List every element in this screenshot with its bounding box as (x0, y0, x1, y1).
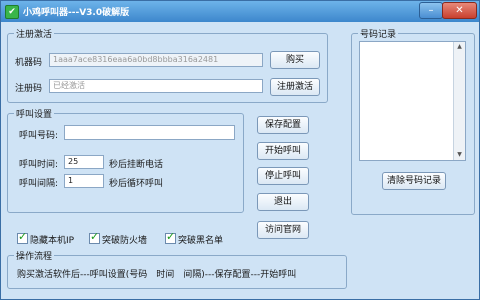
call-settings-legend: 呼叫设置 (16, 110, 53, 120)
call-number-label: 呼叫号码: (19, 131, 59, 141)
machine-code-field[interactable]: 1aaa7ace8316eaa6a0bd8bbba316a2481 (49, 53, 263, 67)
call-interval-suffix: 秒后循环呼叫 (109, 179, 164, 189)
hide-ip-label: 隐藏本机IP (30, 236, 75, 246)
firewall-checkbox[interactable]: ✓ 突破防火墙 (89, 230, 148, 246)
scroll-down-icon[interactable]: ▼ (454, 150, 465, 160)
blacklist-check-box[interactable]: ✓ (165, 230, 176, 244)
app-icon: ✔ (5, 5, 19, 19)
register-code-field[interactable]: 已经激活 (49, 79, 263, 93)
call-interval-label: 呼叫间隔: (19, 179, 59, 189)
call-time-label: 呼叫时间: (19, 160, 59, 170)
check-icon: ✓ (166, 230, 176, 243)
machine-code-label: 机器码 (15, 58, 43, 68)
registration-legend: 注册激活 (16, 30, 53, 40)
close-button[interactable]: ✕ (442, 2, 477, 19)
check-icon: ✓ (18, 230, 28, 243)
save-config-button[interactable]: 保存配置 (257, 116, 309, 134)
number-log-list[interactable]: ▲ ▼ (359, 41, 466, 161)
hide-ip-check-box[interactable]: ✓ (17, 230, 28, 244)
start-call-button[interactable]: 开始呼叫 (257, 142, 309, 160)
register-code-label: 注册码 (15, 84, 43, 94)
call-time-suffix: 秒后挂断电话 (109, 160, 164, 170)
blacklist-label: 突破黑名单 (178, 236, 224, 246)
workflow-text: 购买激活软件后---呼叫设置(号码 时间 间隔)---保存配置---开始呼叫 (17, 270, 297, 280)
visit-website-button[interactable]: 访问官网 (257, 221, 309, 239)
blacklist-checkbox[interactable]: ✓ 突破黑名单 (165, 230, 224, 246)
call-time-input[interactable]: 25 (64, 155, 104, 169)
scroll-up-icon[interactable]: ▲ (454, 42, 465, 52)
workflow-legend: 操作流程 (16, 252, 53, 262)
clear-log-button[interactable]: 清除号码记录 (382, 172, 446, 190)
firewall-label: 突破防火墙 (102, 236, 148, 246)
title-bar[interactable]: ✔ 小鸡呼叫器---V3.0破解版 – ✕ (1, 1, 479, 22)
call-number-input[interactable] (64, 125, 235, 140)
stop-call-button[interactable]: 停止呼叫 (257, 167, 309, 185)
check-icon: ✓ (90, 230, 100, 243)
buy-button[interactable]: 购买 (270, 51, 320, 69)
client-area: 注册激活 机器码 1aaa7ace8316eaa6a0bd8bbba316a24… (7, 23, 475, 295)
minimize-button[interactable]: – (419, 2, 443, 19)
hide-ip-checkbox[interactable]: ✓ 隐藏本机IP (17, 230, 75, 246)
number-log-legend: 号码记录 (360, 30, 397, 40)
register-button[interactable]: 注册激活 (270, 78, 320, 96)
app-window: ✔ 小鸡呼叫器---V3.0破解版 – ✕ 注册激活 机器码 1aaa7ace8… (0, 0, 480, 300)
log-scrollbar[interactable]: ▲ ▼ (453, 42, 465, 160)
firewall-check-box[interactable]: ✓ (89, 230, 100, 244)
exit-button[interactable]: 退出 (257, 193, 309, 211)
call-interval-input[interactable]: 1 (64, 174, 104, 188)
window-title: 小鸡呼叫器---V3.0破解版 (23, 8, 130, 18)
